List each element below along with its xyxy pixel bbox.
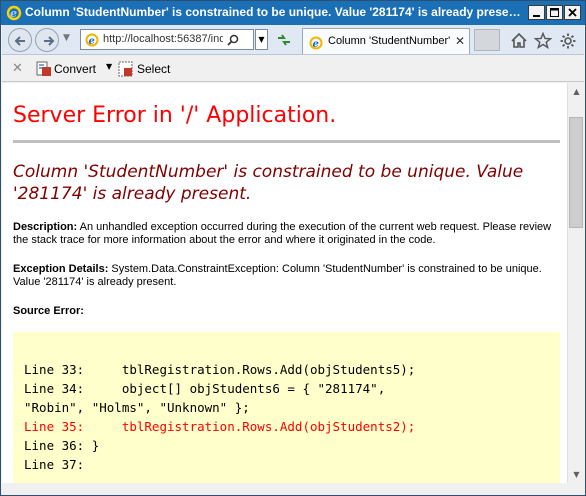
svg-text:e: e (10, 7, 17, 20)
tab-ie-icon: e (309, 36, 323, 50)
scroll-down-icon[interactable]: ▼ (568, 466, 585, 483)
tab-label: Column 'StudentNumber' is... (328, 35, 450, 47)
code-line: Line 34: object[] objStudents6 = { "2811… (24, 381, 386, 396)
source-code-box: Line 33: tblRegistration.Rows.Add(objStu… (13, 332, 560, 483)
description-text: An unhandled exception occurred during t… (13, 221, 552, 246)
error-title: Column 'StudentNumber' is constrained to… (13, 162, 524, 204)
exception-label: Exception Details: (13, 263, 109, 275)
forward-button[interactable] (35, 28, 59, 52)
tab-active[interactable]: e Column 'StudentNumber' is... ✕ (302, 28, 470, 54)
description-label: Description: (13, 221, 78, 233)
svg-text:e: e (313, 39, 319, 50)
exception-details-paragraph: Exception Details: System.Data.Constrain… (13, 263, 553, 289)
description-paragraph: Description: An unhandled exception occu… (13, 221, 553, 247)
code-line: Line 37: (24, 457, 85, 472)
minimize-icon (533, 15, 540, 17)
new-tab-button[interactable] (474, 29, 500, 51)
address-dropdown-icon[interactable]: ▼ (255, 29, 268, 50)
close-window-button[interactable] (564, 5, 581, 20)
title-bar: e Column 'StudentNumber' is constrained … (1, 1, 585, 25)
close-icon (568, 8, 577, 17)
divider (13, 140, 560, 143)
url-text[interactable]: http://localhost:56387/index.aspx (103, 33, 223, 45)
server-error-heading: Server Error in '/' Application. (13, 103, 337, 128)
code-line: Line 33: tblRegistration.Rows.Add(objStu… (24, 362, 416, 377)
status-bar (2, 483, 584, 495)
internet-explorer-icon: e (6, 5, 22, 21)
browser-window: e Column 'StudentNumber' is constrained … (0, 0, 586, 496)
back-arrow-icon (14, 36, 25, 46)
compatibility-refresh-icon[interactable] (274, 31, 294, 49)
minimize-button[interactable] (528, 5, 545, 20)
select-pdf-icon (118, 61, 133, 77)
forward-arrow-icon (44, 36, 55, 46)
page-content: Server Error in '/' Application. Column … (2, 83, 567, 483)
favorites-star-icon[interactable] (534, 32, 552, 49)
page-ie-icon: e (85, 33, 99, 47)
convert-pdf-icon (36, 61, 51, 76)
source-code: Line 33: tblRegistration.Rows.Add(objStu… (24, 360, 554, 474)
vertical-scrollbar[interactable]: ▲ ▼ (567, 83, 584, 483)
search-icon[interactable] (226, 33, 240, 47)
maximize-icon (550, 8, 559, 17)
history-dropdown-icon[interactable]: ▼ (63, 33, 70, 43)
back-button[interactable] (8, 28, 32, 52)
source-error-label: Source Error: (13, 305, 84, 317)
close-toolbar-icon[interactable]: ✕ (12, 61, 23, 76)
code-line-error: Line 35: tblRegistration.Rows.Add(objStu… (24, 419, 416, 434)
scroll-thumb[interactable] (569, 117, 583, 228)
command-bar: ✕ Convert ▼ Select (2, 56, 584, 82)
convert-dropdown-icon[interactable]: ▼ (106, 62, 112, 71)
address-bar-row: ▼ e http://localhost:56387/index.aspx ▼ … (2, 25, 584, 55)
scroll-up-icon[interactable]: ▲ (568, 83, 585, 100)
tab-close-icon[interactable]: ✕ (455, 34, 465, 48)
home-icon[interactable] (510, 32, 528, 49)
svg-text:e: e (89, 36, 95, 47)
gear-icon[interactable] (559, 32, 577, 50)
select-label: Select (137, 62, 171, 76)
maximize-button[interactable] (546, 5, 563, 20)
convert-label: Convert (54, 62, 97, 76)
window-title: Column 'StudentNumber' is constrained to… (25, 5, 525, 19)
address-field[interactable]: e http://localhost:56387/index.aspx (80, 29, 254, 50)
code-line: Line 36: } (24, 438, 100, 453)
code-line: "Robin", "Holms", "Unknown" }; (24, 400, 250, 415)
